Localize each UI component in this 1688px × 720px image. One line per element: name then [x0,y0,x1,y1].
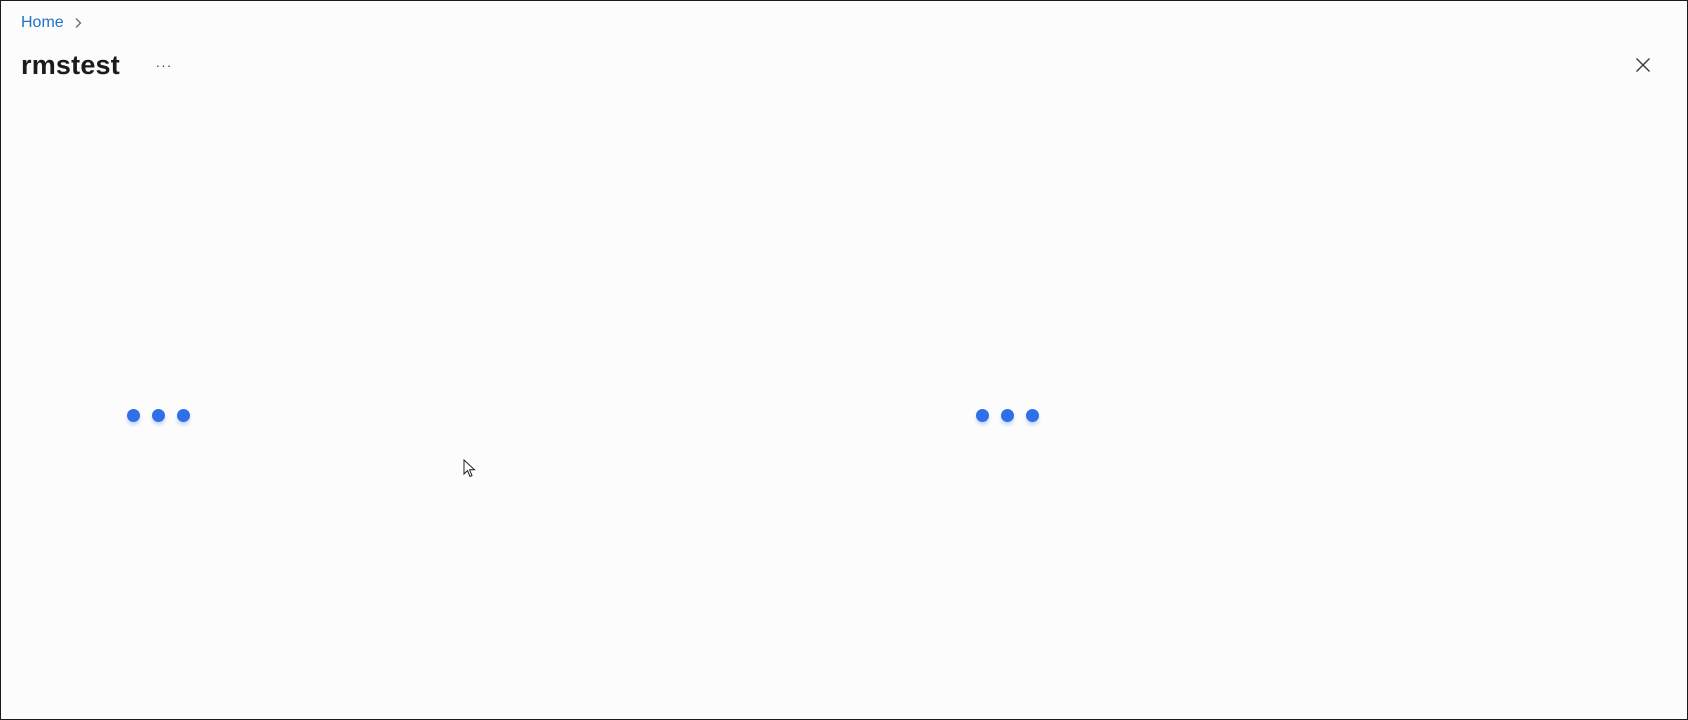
loading-dot [976,409,989,422]
loading-dot [1001,409,1014,422]
loading-dots-icon [127,409,190,422]
page-title: rmstest [21,49,120,80]
mouse-cursor-icon [463,459,476,478]
close-button[interactable] [1629,51,1657,79]
chevron-right-icon [70,15,86,31]
breadcrumb: Home [21,12,86,34]
loading-dots-icon [976,409,1039,422]
loading-dot [177,409,190,422]
loading-dot [152,409,165,422]
blade-panel: Home rmstest ··· [0,0,1688,720]
loading-dot [127,409,140,422]
close-icon [1636,58,1650,72]
breadcrumb-home-link[interactable]: Home [21,12,64,34]
more-icon[interactable]: ··· [148,51,180,79]
loading-dot [1026,409,1039,422]
title-row: rmstest ··· [21,45,180,85]
